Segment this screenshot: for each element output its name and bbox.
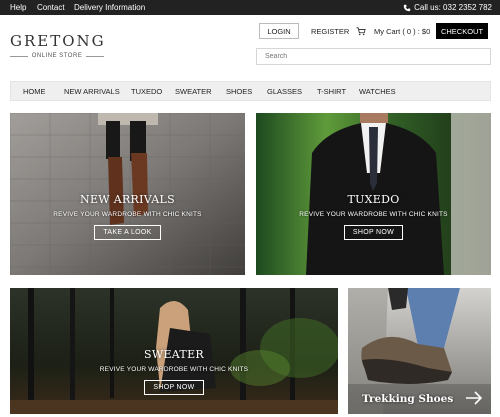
- phone-number: Call us: 032 2352 782: [414, 3, 492, 12]
- banner-tuxedo[interactable]: TUXEDO REVIVE YOUR WARDROBE WITH CHIC KN…: [256, 113, 491, 275]
- banner-sweater-title: SWEATER: [144, 348, 204, 361]
- logo-tagline: ONLINE STORE: [31, 53, 83, 59]
- nav-item-t-shirt[interactable]: T-SHIRT: [317, 87, 346, 96]
- banner-trekking-shoes-title: Trekking Shoes: [362, 393, 454, 405]
- nav-item-tuxedo[interactable]: TUXEDO: [131, 87, 162, 96]
- phone-icon: [403, 4, 411, 11]
- phone-contact: Call us: 032 2352 782: [403, 3, 492, 12]
- tuxedo-shop-now-button[interactable]: SHOP NOW: [343, 225, 404, 240]
- cart-icon[interactable]: [356, 27, 366, 36]
- banner-sweater-subtitle: REVIVE YOUR WARDROBE WITH CHIC KNITS: [99, 366, 249, 373]
- banner-tuxedo-title: TUXEDO: [347, 193, 400, 206]
- logo-name: GRETONG: [10, 32, 106, 50]
- arrow-right-icon[interactable]: [465, 391, 483, 405]
- nav-item-sweater[interactable]: SWEATER: [175, 87, 212, 96]
- contact-link[interactable]: Contact: [37, 3, 65, 12]
- take-a-look-button[interactable]: TAKE A LOOK: [94, 225, 161, 240]
- sweater-shop-now-button[interactable]: SHOP NOW: [144, 380, 204, 395]
- banner-sweater[interactable]: SWEATER REVIVE YOUR WARDROBE WITH CHIC K…: [10, 288, 338, 414]
- delivery-info-link[interactable]: Delivery Information: [74, 3, 145, 12]
- store-logo[interactable]: GRETONG ONLINE STORE: [10, 32, 106, 59]
- checkout-button[interactable]: CHECKOUT: [436, 23, 488, 39]
- cart-summary[interactable]: My Cart ( 0 ) : $0: [374, 27, 430, 36]
- nav-item-shoes[interactable]: SHOES: [226, 87, 252, 96]
- help-link[interactable]: Help: [10, 3, 26, 12]
- banner-tuxedo-subtitle: REVIVE YOUR WARDROBE WITH CHIC KNITS: [299, 211, 448, 218]
- search-input[interactable]: [256, 48, 491, 65]
- banner-new-arrivals[interactable]: NEW ARRIVALS REVIVE YOUR WARDROBE WITH C…: [10, 113, 245, 275]
- nav-item-new-arrivals[interactable]: NEW ARRIVALS: [64, 87, 120, 96]
- main-nav: HOME NEW ARRIVALS TUXEDO SWEATER SHOES G…: [10, 81, 491, 101]
- login-button[interactable]: LOGIN: [259, 23, 299, 39]
- banner-new-arrivals-title: NEW ARRIVALS: [80, 193, 175, 206]
- banner-new-arrivals-subtitle: REVIVE YOUR WARDROBE WITH CHIC KNITS: [53, 211, 202, 218]
- nav-item-glasses[interactable]: GLASSES: [267, 87, 302, 96]
- banner-trekking-shoes[interactable]: Trekking Shoes: [348, 288, 491, 414]
- logo-divider-left: [10, 55, 28, 57]
- nav-item-watches[interactable]: WATCHES: [359, 87, 396, 96]
- logo-divider-right: [86, 55, 105, 57]
- nav-item-home[interactable]: HOME: [23, 87, 46, 96]
- register-link[interactable]: REGISTER: [311, 27, 349, 36]
- top-bar: Help Contact Delivery Information Call u…: [0, 0, 500, 15]
